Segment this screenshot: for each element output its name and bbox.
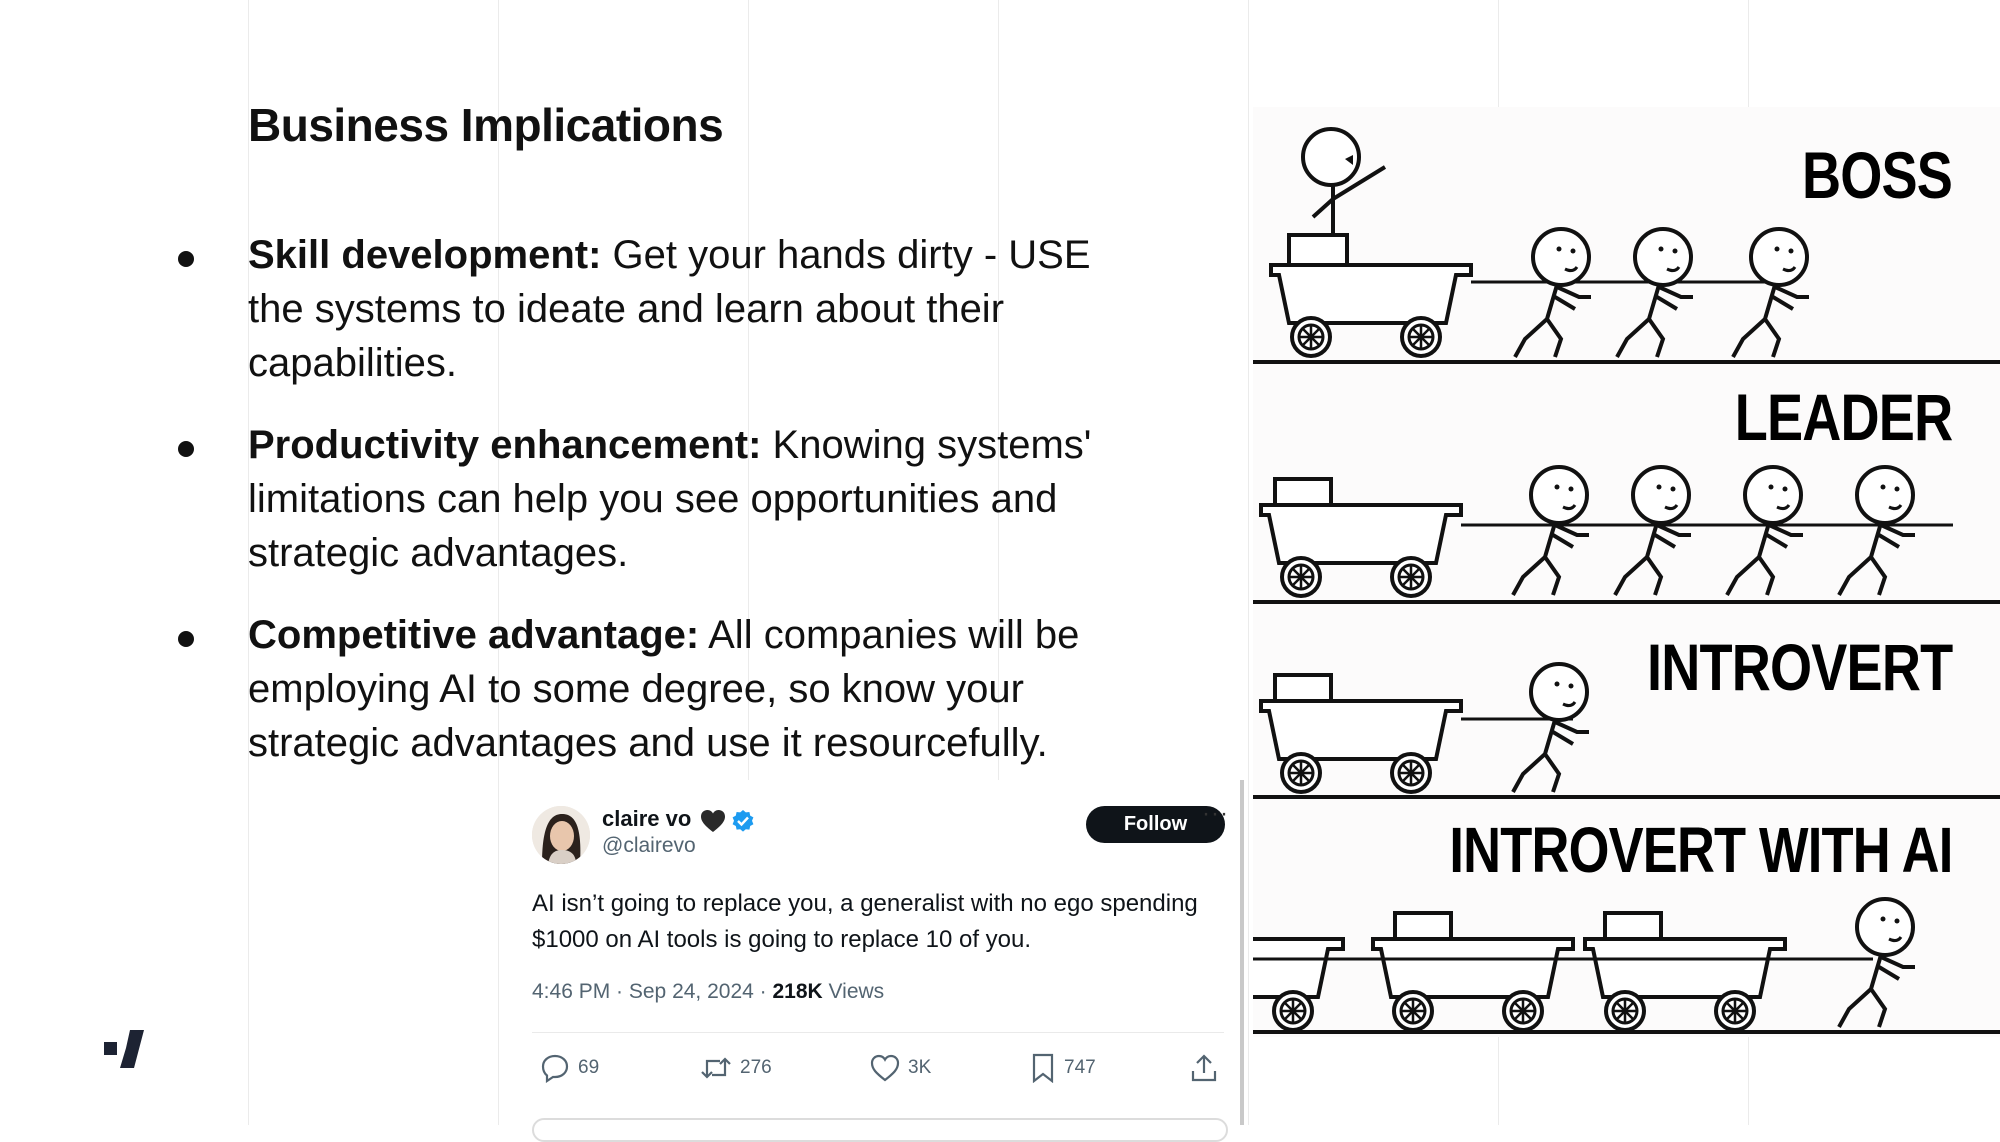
bullet-item: Competitive advantage: All companies wil… [174, 608, 1134, 770]
repost-button[interactable]: 276 [700, 1052, 772, 1084]
tweet-card: claire vo @clairevo Follow ··· AI isn’t … [500, 780, 1240, 1142]
tweet-meta: 4:46 PM · Sep 24, 2024 · 218K Views [532, 980, 884, 1004]
avatar[interactable] [532, 806, 590, 864]
share-button[interactable] [1190, 1052, 1218, 1084]
repost-icon [701, 1057, 731, 1079]
logo-mark [104, 1030, 146, 1075]
meme-label-boss: BOSS [1801, 138, 1953, 212]
user-handle[interactable]: @clairevo [602, 834, 696, 858]
heart-icon [700, 809, 726, 838]
bullet-dot [178, 251, 194, 267]
bookmark-button[interactable]: 747 [1030, 1052, 1096, 1084]
bullet-dot [178, 441, 194, 457]
like-icon [870, 1054, 900, 1082]
reply-count: 69 [578, 1057, 600, 1078]
bullet-item: Skill development: Get your hands dirty … [174, 228, 1134, 390]
tweet-scrollbar [1240, 780, 1244, 1125]
repost-count: 276 [740, 1057, 772, 1078]
display-name[interactable]: claire vo [602, 806, 691, 832]
views-label: Views [822, 980, 885, 1003]
bullet-dot [178, 631, 194, 647]
reply-box[interactable] [532, 1118, 1228, 1142]
meme-label-leader: LEADER [1734, 380, 1952, 454]
grid-line [1248, 0, 1249, 1125]
share-icon [1191, 1054, 1217, 1082]
slide-title: Business Implications [248, 99, 724, 151]
verified-badge-icon [731, 809, 755, 838]
meme-drawing [1253, 127, 2000, 1034]
tweet-actions: 69 276 3K 747 [540, 1052, 1220, 1084]
bookmark-icon [1032, 1053, 1054, 1083]
more-options-button[interactable]: ··· [1202, 800, 1229, 828]
bullet-heading: Productivity enhancement: [248, 423, 762, 467]
bullet-heading: Competitive advantage: [248, 613, 700, 657]
tweet-text: AI isn’t going to replace you, a general… [532, 890, 1198, 953]
reply-icon [541, 1054, 569, 1083]
meme-label-introvert-with-ai: INTROVERT WITH AI [1448, 814, 1953, 886]
like-count: 3K [908, 1057, 932, 1078]
bookmark-count: 747 [1064, 1057, 1096, 1078]
meme-image: BOSS LEADER INTROVERT INTROVERT WITH AI [1253, 107, 2000, 1037]
bullet-list: Skill development: Get your hands dirty … [174, 228, 1134, 798]
bullet-item: Productivity enhancement: Knowing system… [174, 418, 1134, 580]
meme-label-introvert: INTROVERT [1646, 630, 1953, 704]
tweet-timestamp[interactable]: 4:46 PM · Sep 24, 2024 · [532, 980, 772, 1003]
divider [532, 1032, 1224, 1033]
like-button[interactable]: 3K [870, 1052, 931, 1084]
bullet-heading: Skill development: [248, 233, 602, 277]
views-count: 218K [772, 980, 823, 1003]
reply-button[interactable]: 69 [540, 1052, 599, 1084]
